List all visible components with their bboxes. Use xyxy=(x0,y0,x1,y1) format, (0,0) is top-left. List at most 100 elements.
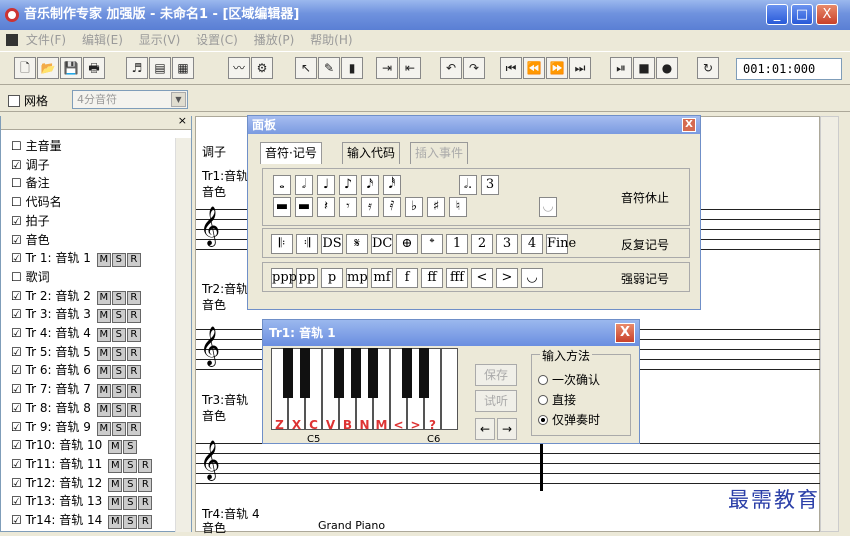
item-checkbox[interactable]: ☑ xyxy=(11,457,22,471)
print-icon[interactable]: 🖶 xyxy=(83,57,105,79)
mixer-icon[interactable]: ⚙ xyxy=(251,57,273,79)
piano-black-key[interactable] xyxy=(283,348,293,398)
note-icon[interactable]: ♬ xyxy=(126,57,148,79)
note-button[interactable]: ♩ xyxy=(317,175,335,195)
item-checkbox[interactable]: ☑ xyxy=(11,214,22,228)
left-arrow-button[interactable]: ← xyxy=(475,418,495,440)
dynamic-button[interactable]: ◡ xyxy=(521,268,543,288)
piano-close-button[interactable]: X xyxy=(615,323,635,343)
mute-toggle[interactable]: M xyxy=(108,440,123,455)
note-button[interactable]: 𝅘𝅥𝅰 xyxy=(383,175,401,195)
item-checkbox[interactable]: ☐ xyxy=(11,176,22,190)
grid-checkbox[interactable] xyxy=(8,95,20,107)
note-modifier-button[interactable]: 3 xyxy=(481,175,499,195)
record-toggle[interactable]: R xyxy=(126,402,141,417)
item-checkbox[interactable]: ☑ xyxy=(11,420,22,434)
dynamic-button[interactable]: mp xyxy=(346,268,368,288)
record-toggle[interactable]: R xyxy=(126,253,141,268)
piano-black-key[interactable] xyxy=(351,348,361,398)
track-list-item[interactable]: ☑ 调子 xyxy=(11,157,50,174)
piano-black-key[interactable] xyxy=(402,348,412,398)
method-direct[interactable]: 直接 xyxy=(538,391,576,408)
item-checkbox[interactable]: ☑ xyxy=(11,494,22,508)
repeat-button[interactable]: Fine xyxy=(546,234,576,254)
item-checkbox[interactable]: ☑ xyxy=(11,363,22,377)
menu-file[interactable]: 文件(F) xyxy=(26,33,66,47)
track-list-item[interactable]: ☑ Tr 4: 音轨 4 MSR xyxy=(11,325,141,342)
item-checkbox[interactable]: ☑ xyxy=(11,158,22,172)
repeat-button[interactable]: 𝄋 xyxy=(346,234,368,254)
mute-toggle[interactable]: M xyxy=(96,328,111,342)
track-list-item[interactable]: ☑ Tr 2: 音轨 2 MSR xyxy=(11,288,141,305)
solo-toggle[interactable]: S xyxy=(123,496,138,511)
minimize-button[interactable]: _ xyxy=(766,4,788,25)
rest-button[interactable]: ▬ xyxy=(295,197,313,217)
record-toggle[interactable]: R xyxy=(138,496,153,511)
record-toggle[interactable]: R xyxy=(126,328,141,342)
grid-select[interactable]: 4分音符 ▼ xyxy=(72,90,188,109)
list-icon[interactable]: ▦ xyxy=(172,57,194,79)
solo-toggle[interactable]: S xyxy=(111,346,126,361)
grid-toggle[interactable]: 网格 xyxy=(8,92,48,109)
solo-toggle[interactable]: S xyxy=(123,477,138,492)
piano-black-key[interactable] xyxy=(419,348,429,398)
repeat-button[interactable]: 3 xyxy=(496,234,518,254)
item-checkbox[interactable]: ☑ xyxy=(11,438,22,452)
repeat-button[interactable]: 1 xyxy=(446,234,468,254)
dynamic-button[interactable]: > xyxy=(496,268,518,288)
piano-white-key[interactable] xyxy=(441,348,458,430)
dynamic-button[interactable]: mf xyxy=(371,268,393,288)
note-button[interactable]: 𝅝 xyxy=(273,175,291,195)
piano-black-key[interactable] xyxy=(334,348,344,398)
mute-toggle[interactable]: M xyxy=(108,515,123,529)
rest-button[interactable]: 𝅀 xyxy=(383,197,401,217)
repeat-button[interactable]: 𝄇 xyxy=(296,234,318,254)
mute-toggle[interactable]: M xyxy=(96,253,111,268)
record-toggle[interactable]: R xyxy=(138,458,153,473)
dynamic-button[interactable]: ppp xyxy=(271,268,297,288)
close-icon[interactable]: × xyxy=(178,114,187,127)
rest-button[interactable]: ♭ xyxy=(405,197,423,217)
rewind-icon[interactable]: ⏪ xyxy=(523,57,545,79)
record-icon[interactable]: ● xyxy=(656,57,678,79)
track-list-item[interactable]: ☑ Tr 7: 音轨 7 MSR xyxy=(11,381,141,399)
record-toggle[interactable]: R xyxy=(138,477,153,492)
note-button[interactable]: 𝅗𝅥 xyxy=(295,175,313,195)
piano-black-key[interactable] xyxy=(300,348,310,398)
method-play-only[interactable]: 仅弹奏时 xyxy=(538,411,600,428)
rest-button[interactable]: 𝄾 xyxy=(339,197,357,217)
dynamic-button[interactable]: pp xyxy=(296,268,318,288)
solo-toggle[interactable]: S xyxy=(111,253,126,268)
track-list-item[interactable]: ☑ Tr10: 音轨 10 M S xyxy=(11,437,138,455)
track-list-item[interactable]: ☑ Tr 6: 音轨 6 MSR xyxy=(11,362,141,380)
rest-button[interactable]: 𝄿 xyxy=(361,197,379,217)
item-checkbox[interactable]: ☑ xyxy=(11,289,22,303)
solo-toggle[interactable]: S xyxy=(111,309,126,324)
piano-black-key[interactable] xyxy=(368,348,378,398)
undo-icon[interactable]: ↶ xyxy=(440,57,462,79)
item-checkbox[interactable]: ☑ xyxy=(11,233,22,247)
mute-toggle[interactable]: M xyxy=(96,421,111,436)
track-list-item[interactable]: ☐ 代码名 xyxy=(11,194,62,211)
chevron-down-icon[interactable]: ▼ xyxy=(171,92,186,107)
solo-toggle[interactable]: S xyxy=(111,290,126,305)
menu-play[interactable]: 播放(P) xyxy=(254,33,295,47)
overwrite-icon[interactable]: ⇤ xyxy=(399,57,421,79)
save-icon[interactable]: 💾 xyxy=(60,57,82,79)
save-button[interactable]: 保存 xyxy=(475,364,517,386)
dynamic-button[interactable]: fff xyxy=(446,268,468,288)
mute-toggle[interactable]: M xyxy=(96,365,111,380)
repeat-button[interactable]: DS xyxy=(321,234,343,254)
panel-close-button[interactable]: X xyxy=(682,118,696,132)
track-list-item[interactable]: ☑ Tr14: 音轨 14 M S R xyxy=(11,512,153,529)
maximize-button[interactable]: □ xyxy=(791,4,813,25)
note-modifier-button[interactable]: 𝅗𝅥. xyxy=(459,175,477,195)
item-checkbox[interactable]: ☑ xyxy=(11,251,22,265)
item-checkbox[interactable]: ☐ xyxy=(11,270,22,284)
mute-toggle[interactable]: M xyxy=(96,384,111,399)
item-checkbox[interactable]: ☑ xyxy=(11,513,22,527)
rewind-start-icon[interactable]: ⏮ xyxy=(500,57,522,79)
note-button[interactable]: 𝅘𝅥𝅯 xyxy=(361,175,379,195)
item-checkbox[interactable]: ☑ xyxy=(11,401,22,415)
item-checkbox[interactable]: ☐ xyxy=(11,195,22,209)
